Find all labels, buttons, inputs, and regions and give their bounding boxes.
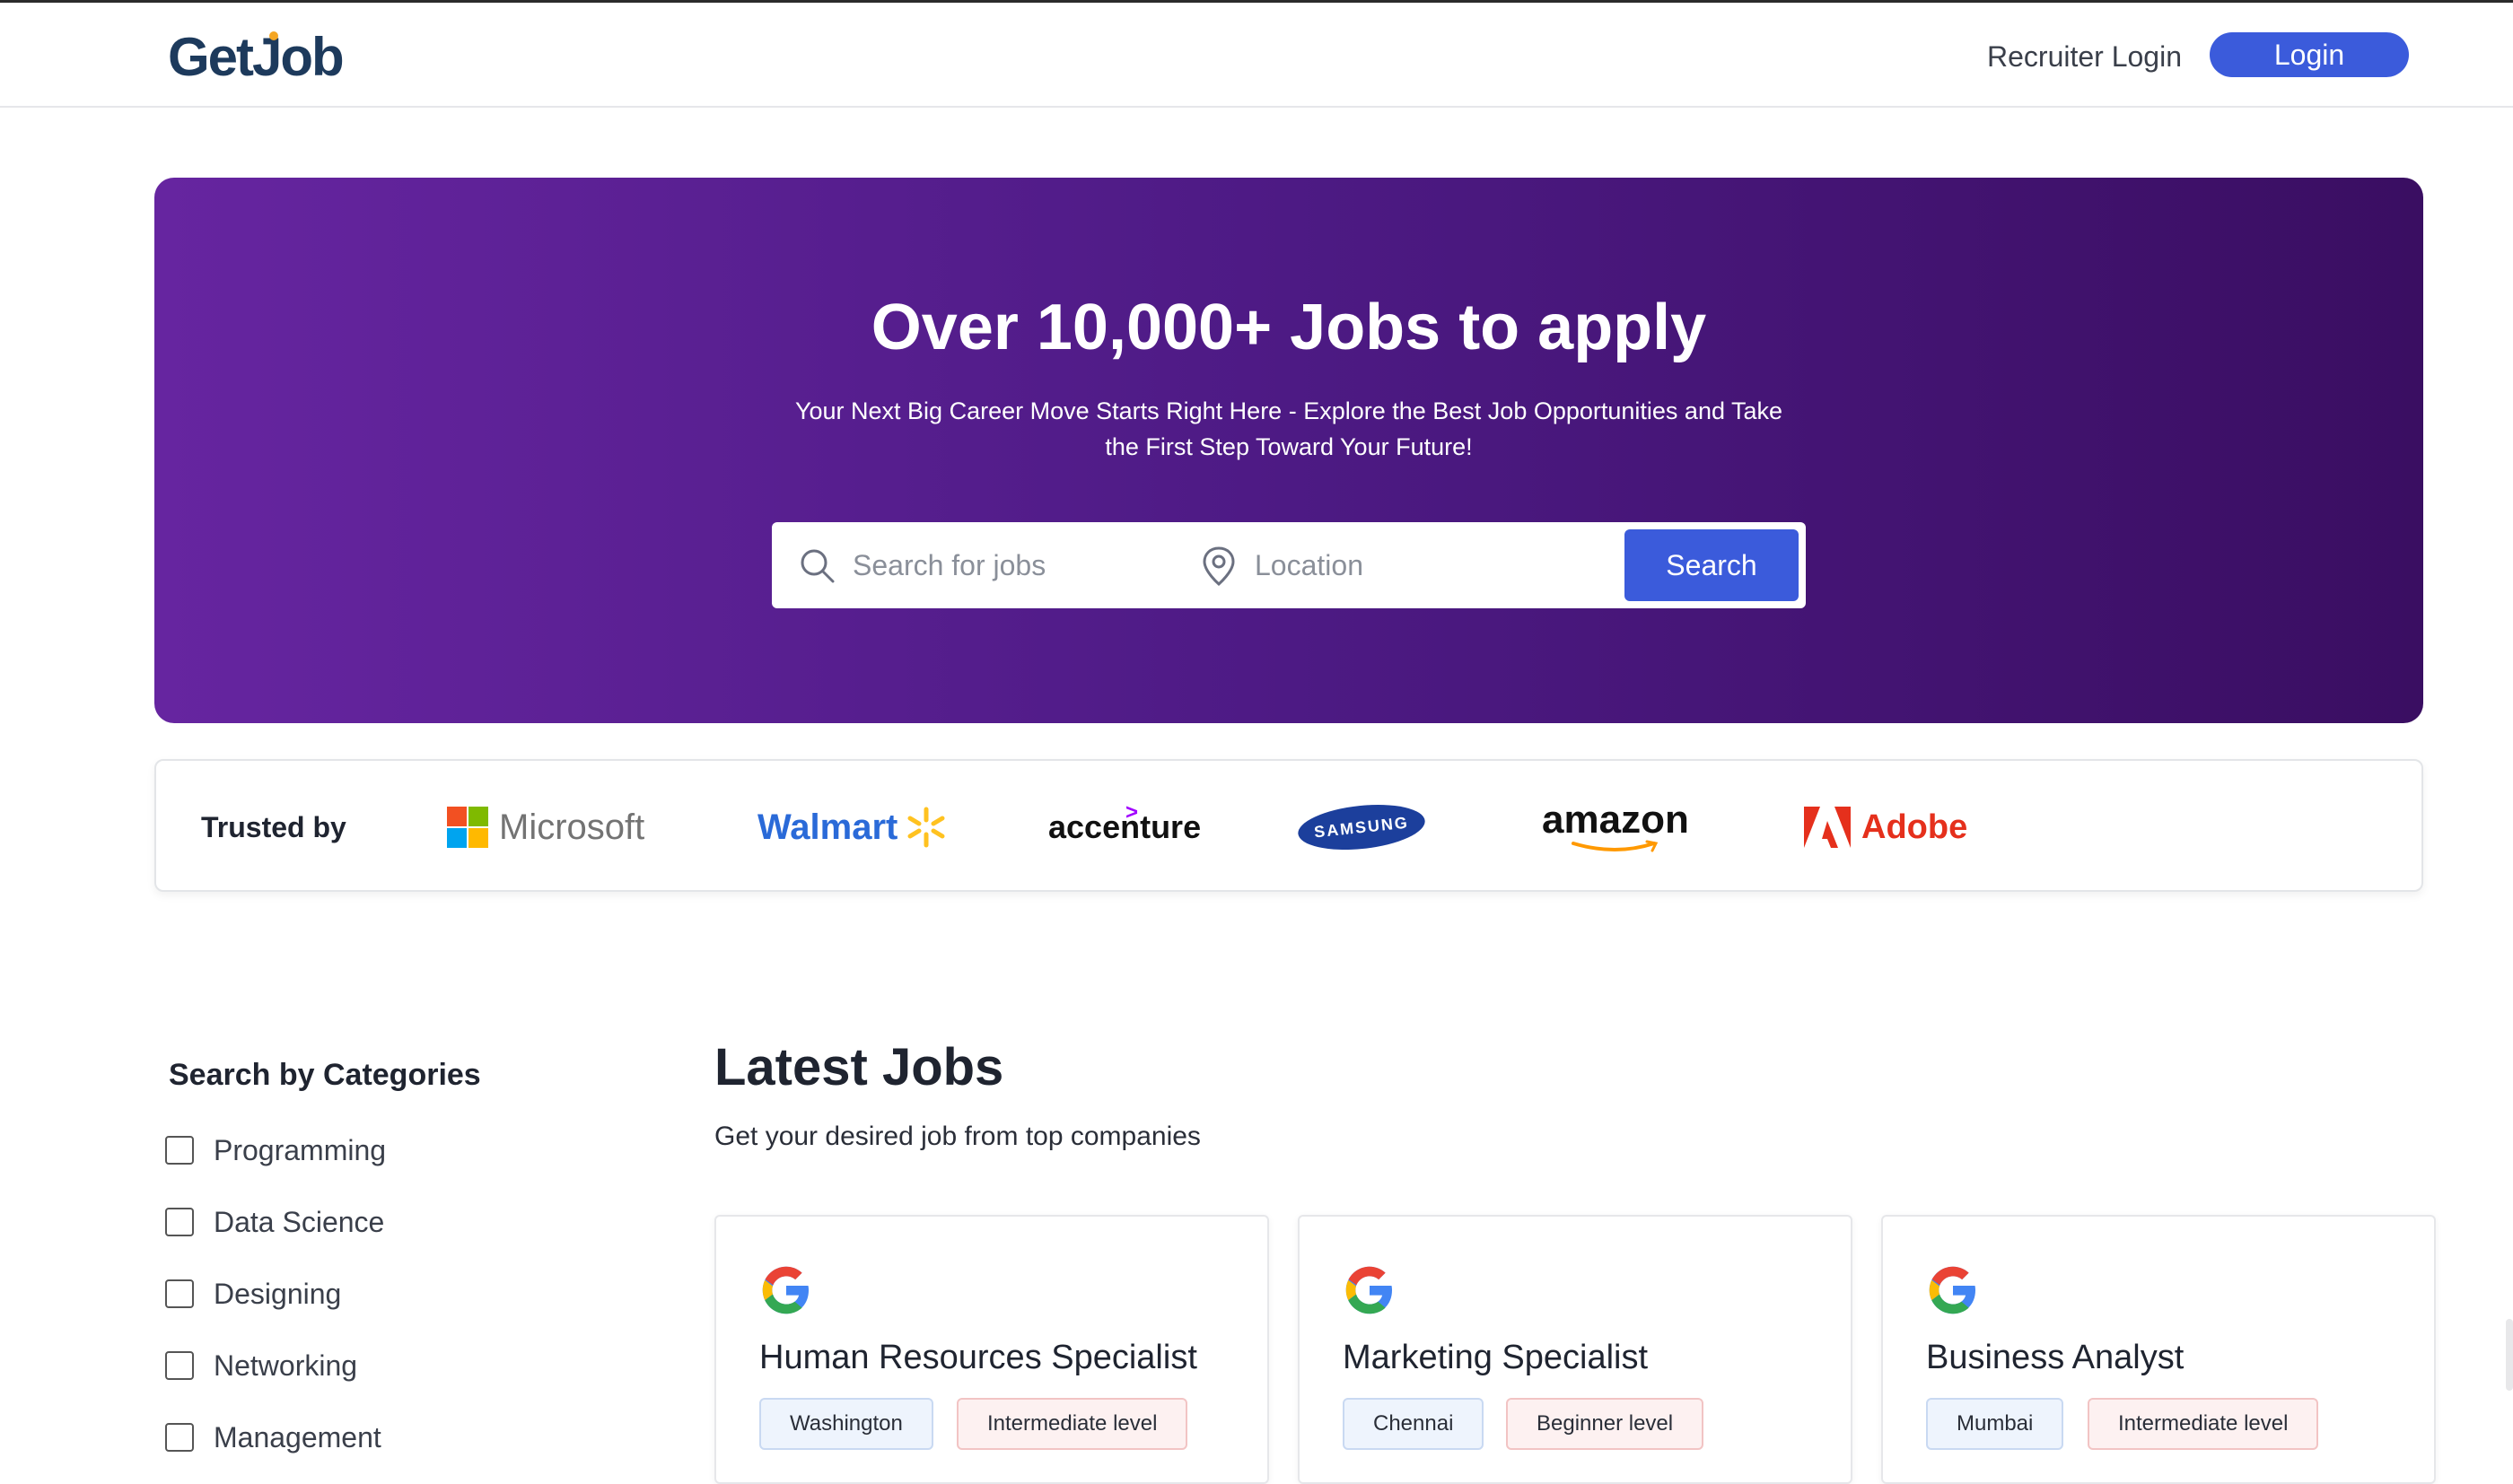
job-card[interactable]: Business Analyst Mumbai Intermediate lev… [1881,1215,2436,1484]
adobe-logo: Adobe [1804,761,1967,894]
job-search-bar: Search [772,522,1806,608]
login-button[interactable]: Login [2210,32,2409,77]
brand-name: amazon [1542,798,1689,842]
category-label: Designing [214,1277,342,1310]
trusted-by-label: Trusted by [201,811,346,843]
job-title: Marketing Specialist [1343,1339,1649,1376]
getjob-logo[interactable]: GetJob [168,26,345,89]
top-navbar: GetJob Recruiter Login Login [0,3,2513,108]
search-button[interactable]: Search [1624,529,1799,601]
job-title: Human Resources Specialist [759,1339,1197,1376]
job-location-tag: Mumbai [1926,1398,2064,1450]
category-checkbox[interactable] [165,1351,194,1380]
hero-title: Over 10,000+ Jobs to apply [871,292,1707,363]
latest-jobs-subtitle: Get your desired job from top companies [714,1122,1201,1151]
microsoft-logo: Microsoft [447,761,644,894]
adobe-a-icon [1804,807,1851,848]
google-logo-icon [762,1266,809,1314]
accenture-logo: accenture [1048,761,1201,894]
brand-name: Adobe [1861,807,1968,846]
category-checkbox[interactable] [165,1208,194,1236]
hero-subtitle: Your Next Big Career Move Starts Right H… [794,397,1783,460]
category-checkbox[interactable] [165,1423,194,1452]
samsung-logo: SAMSUNG [1295,761,1428,894]
job-location-tag: Chennai [1343,1398,1484,1450]
category-label: Management [214,1420,381,1453]
amazon-logo: amazon [1542,761,1689,894]
recruiter-login-link[interactable]: Recruiter Login [1987,39,2182,74]
job-search-input[interactable] [853,540,1158,590]
category-management[interactable]: Management [165,1418,381,1457]
category-networking[interactable]: Networking [165,1346,357,1385]
google-logo-icon [1929,1266,1975,1314]
logo-text-a: Ge [168,27,238,87]
latest-jobs-title: Latest Jobs [714,1038,1004,1096]
amazon-smile-icon [1571,840,1659,852]
category-programming[interactable]: Programming [165,1130,386,1170]
job-card[interactable]: Human Resources Specialist Washington In… [714,1215,1269,1484]
walmart-logo: Walmart [757,761,948,894]
google-logo-icon [1345,1266,1392,1314]
brand-name: Walmart [757,807,898,847]
location-input[interactable] [1255,540,1578,590]
trusted-by-strip: Trusted by Microsoft Walmart accenture >… [154,759,2423,892]
category-label: Networking [214,1349,358,1382]
walmart-spark-icon [907,807,945,848]
job-location-tag: Washington [759,1398,933,1450]
job-card[interactable]: Marketing Specialist Chennai Beginner le… [1298,1215,1852,1484]
job-level-tag: Intermediate level [2088,1398,2319,1450]
categories-title: Search by Categories [169,1058,481,1092]
microsoft-squares-icon [447,807,488,848]
logo-text-b: t [236,27,254,87]
category-checkbox[interactable] [165,1136,194,1165]
category-checkbox[interactable] [165,1279,194,1308]
job-level-tag: Intermediate level [957,1398,1188,1450]
brand-name: SAMSUNG [1295,799,1428,856]
logo-text-c: Job [252,27,345,87]
logo-accent-dot [269,31,278,40]
location-pin-icon [1203,546,1235,586]
category-label: Programming [214,1133,387,1166]
job-level-tag: Beginner level [1506,1398,1704,1450]
brand-name: Microsoft [499,807,645,847]
category-data-science[interactable]: Data Science [165,1202,384,1242]
search-icon [801,549,835,583]
category-designing[interactable]: Designing [165,1274,341,1314]
category-label: Data Science [214,1205,385,1238]
scrollbar-hint[interactable] [2506,1319,2513,1391]
hero-banner: Over 10,000+ Jobs to apply Your Next Big… [154,178,2423,723]
job-title: Business Analyst [1926,1339,2185,1376]
accenture-caret-icon: > [1125,800,1139,825]
